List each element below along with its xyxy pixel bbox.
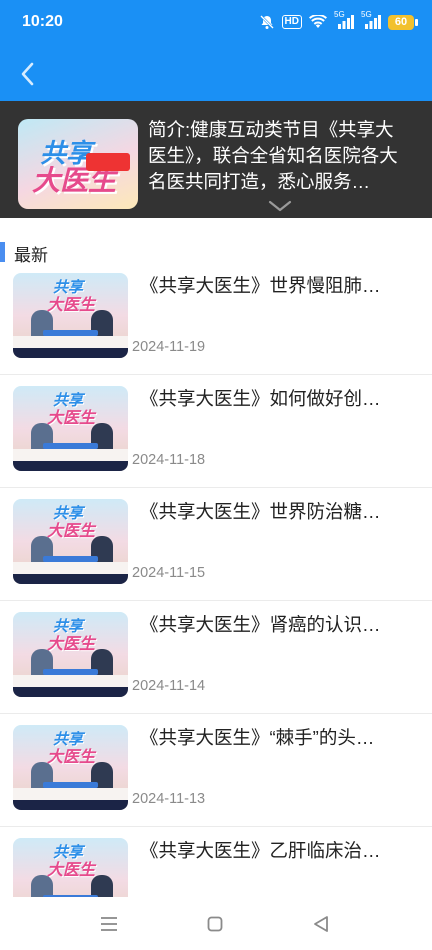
desk — [13, 562, 128, 574]
status-bar: 10:20 HD 5G 5G 60 — [0, 0, 432, 46]
episode-title: 《共享大医生》世界防治糖… — [140, 501, 381, 522]
list-item[interactable]: 共享 大医生 《共享大医生》世界防治糖… 2024-11-15 — [0, 488, 432, 601]
episode-title: 《共享大医生》肾癌的认识… — [140, 614, 381, 635]
home-button[interactable] — [202, 911, 228, 937]
episode-title: 《共享大医生》“棘手”的头… — [140, 727, 375, 748]
episode-date: 2024-11-13 — [132, 791, 206, 807]
episode-thumbnail: 共享 大医生 — [13, 612, 128, 697]
desk — [13, 788, 128, 800]
back-triangle-icon — [314, 916, 328, 932]
desk — [13, 449, 128, 461]
caption-bar — [43, 330, 98, 336]
section-accent-bar — [0, 242, 5, 262]
episode-list: 共享 大医生 《共享大医生》世界慢阻肺… 2024-11-19 共享 大医生 《… — [0, 262, 432, 940]
mute-icon — [259, 13, 275, 31]
network-type: 5G — [334, 10, 345, 19]
program-cover-image: 共享 大医生 — [18, 119, 138, 209]
thumbnail-logo-line2: 大医生 — [47, 523, 96, 540]
wifi-icon — [309, 13, 327, 31]
chevron-left-icon — [21, 62, 34, 86]
episode-title: 《共享大医生》如何做好创… — [140, 388, 381, 409]
section-header: 最新 — [0, 240, 432, 265]
list-item[interactable]: 共享 大医生 《共享大医生》如何做好创… 2024-11-18 — [0, 375, 432, 488]
battery-icon: 60 — [388, 14, 418, 30]
back-button[interactable] — [14, 58, 40, 90]
status-time: 10:20 — [22, 13, 63, 30]
menu-icon — [101, 917, 117, 931]
list-item[interactable]: 共享 大医生 《共享大医生》肾癌的认识… 2024-11-14 — [0, 601, 432, 714]
subtitle-bar — [13, 574, 128, 584]
episode-date: 2024-11-18 — [132, 452, 206, 468]
thumbnail-logo-line2: 大医生 — [47, 410, 96, 427]
home-square-icon — [207, 916, 223, 932]
episode-title: 《共享大医生》乙肝临床治… — [140, 840, 381, 861]
thumbnail-logo-line2: 大医生 — [47, 636, 96, 653]
subtitle-bar — [13, 687, 128, 697]
episode-thumbnail: 共享 大医生 — [13, 273, 128, 358]
network-type: 5G — [361, 10, 372, 19]
desk — [13, 336, 128, 348]
subtitle-bar — [13, 461, 128, 471]
menu-button[interactable] — [96, 911, 122, 937]
episode-thumbnail: 共享 大医生 — [13, 499, 128, 584]
episode-thumbnail: 共享 大医生 — [13, 386, 128, 471]
chevron-down-icon — [268, 200, 292, 212]
app-header: 10:20 HD 5G 5G 60 — [0, 0, 432, 101]
status-icons: HD 5G 5G 60 — [259, 10, 418, 31]
list-item[interactable]: 共享 大医生 《共享大医生》世界慢阻肺… 2024-11-19 — [0, 262, 432, 375]
hd-icon: HD — [281, 15, 302, 29]
signal-icon: 5G — [361, 10, 381, 31]
desk — [13, 675, 128, 687]
program-intro[interactable]: 共享 大医生 简介:健康互动类节目《共享大医生》，联合全省知名医院各大名医共同打… — [0, 101, 432, 218]
subtitle-bar — [13, 348, 128, 358]
thumbnail-logo-line2: 大医生 — [47, 297, 96, 314]
episode-title: 《共享大医生》世界慢阻肺… — [140, 275, 381, 296]
program-description: 简介:健康互动类节目《共享大医生》，联合全省知名医院各大名医共同打造，悉心服务… — [148, 119, 398, 192]
expand-button[interactable] — [268, 199, 292, 213]
caption-bar — [43, 782, 98, 788]
system-nav-bar — [0, 897, 432, 950]
episode-date: 2024-11-15 — [132, 565, 206, 581]
signal-icon: 5G — [334, 10, 354, 31]
subtitle-bar — [13, 800, 128, 810]
caption-bar — [43, 443, 98, 449]
episode-date: 2024-11-14 — [132, 678, 206, 694]
episode-thumbnail: 共享 大医生 — [13, 725, 128, 810]
thumbnail-logo-line2: 大医生 — [47, 749, 96, 766]
episode-date: 2024-11-19 — [132, 339, 206, 355]
thumbnail-logo-line2: 大医生 — [47, 862, 96, 879]
list-item[interactable]: 共享 大医生 《共享大医生》“棘手”的头… 2024-11-13 — [0, 714, 432, 827]
caption-bar — [43, 556, 98, 562]
system-back-button[interactable] — [308, 911, 334, 937]
cover-badge — [86, 153, 130, 171]
caption-bar — [43, 669, 98, 675]
